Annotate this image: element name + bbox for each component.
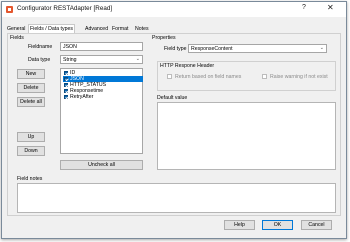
raise-warning-label: Raise warning if not exist [270,74,328,80]
help-title-button[interactable]: ? [302,4,306,11]
delete-button[interactable]: Delete [17,83,45,93]
fields-list[interactable]: ID JSON HTTP_STATUS Responsetime RetryAf… [60,68,143,154]
checkbox-checked-icon[interactable] [64,89,68,93]
down-button[interactable]: Down [17,146,45,156]
tab-page-fields: Fields Fieldname JSON Data type String ⌄… [7,33,341,216]
checkbox-checked-icon[interactable] [64,83,68,87]
raise-warning-checkbox[interactable] [262,74,267,79]
close-button[interactable]: ✕ [327,3,334,12]
field-notes-input[interactable] [17,183,336,213]
fieldname-label: Fieldname [28,44,53,50]
ok-button[interactable]: OK [262,220,293,230]
checkbox-checked-icon[interactable] [64,95,68,99]
tab-format[interactable]: Format [112,25,128,33]
chevron-down-icon: ⌄ [135,56,140,62]
fieldtype-value: ResponseContent [191,46,233,52]
help-button[interactable]: Help [224,220,255,230]
return-based-checkbox[interactable] [167,74,172,79]
uncheck-all-button[interactable]: Uncheck all [60,160,143,170]
chevron-down-icon: ⌄ [319,45,324,51]
fieldtype-select[interactable]: ResponseContent ⌄ [188,44,327,53]
up-button[interactable]: Up [17,132,45,142]
http-header-group-title: HTTP Respone Header [160,63,215,69]
window-title: Configurator RESTAdapter [Read] [17,5,113,12]
default-value-label: Default value [157,95,188,101]
field-notes-label: Field notes [17,176,43,182]
return-based-label: Return based on field names [175,74,242,80]
checkbox-checked-icon[interactable] [64,77,68,81]
new-button[interactable]: New [17,69,45,79]
delete-all-button[interactable]: Delete all [17,97,45,107]
fields-section-label: Fields [10,35,24,41]
fieldname-input[interactable]: JSON [60,42,143,51]
tab-general[interactable]: General [7,25,25,33]
properties-section-label: Properties [152,35,176,41]
datatype-select[interactable]: String ⌄ [60,55,143,64]
tab-advanced[interactable]: Advanced [85,25,108,33]
datatype-value: String [63,57,77,63]
title-bar: Configurator RESTAdapter [Read] ? ✕ [2,2,346,17]
fieldtype-label: Field type [164,46,187,52]
checkbox-checked-icon[interactable] [64,71,68,75]
http-header-group: HTTP Respone Header Return based on fiel… [157,61,336,91]
default-value-input[interactable] [157,102,336,170]
datatype-label: Data type [28,57,51,63]
app-icon [6,6,13,13]
dialog-window: Configurator RESTAdapter [Read] ? ✕ Gene… [1,1,347,239]
tab-notes[interactable]: Notes [135,25,149,33]
cancel-button[interactable]: Cancel [301,220,332,230]
